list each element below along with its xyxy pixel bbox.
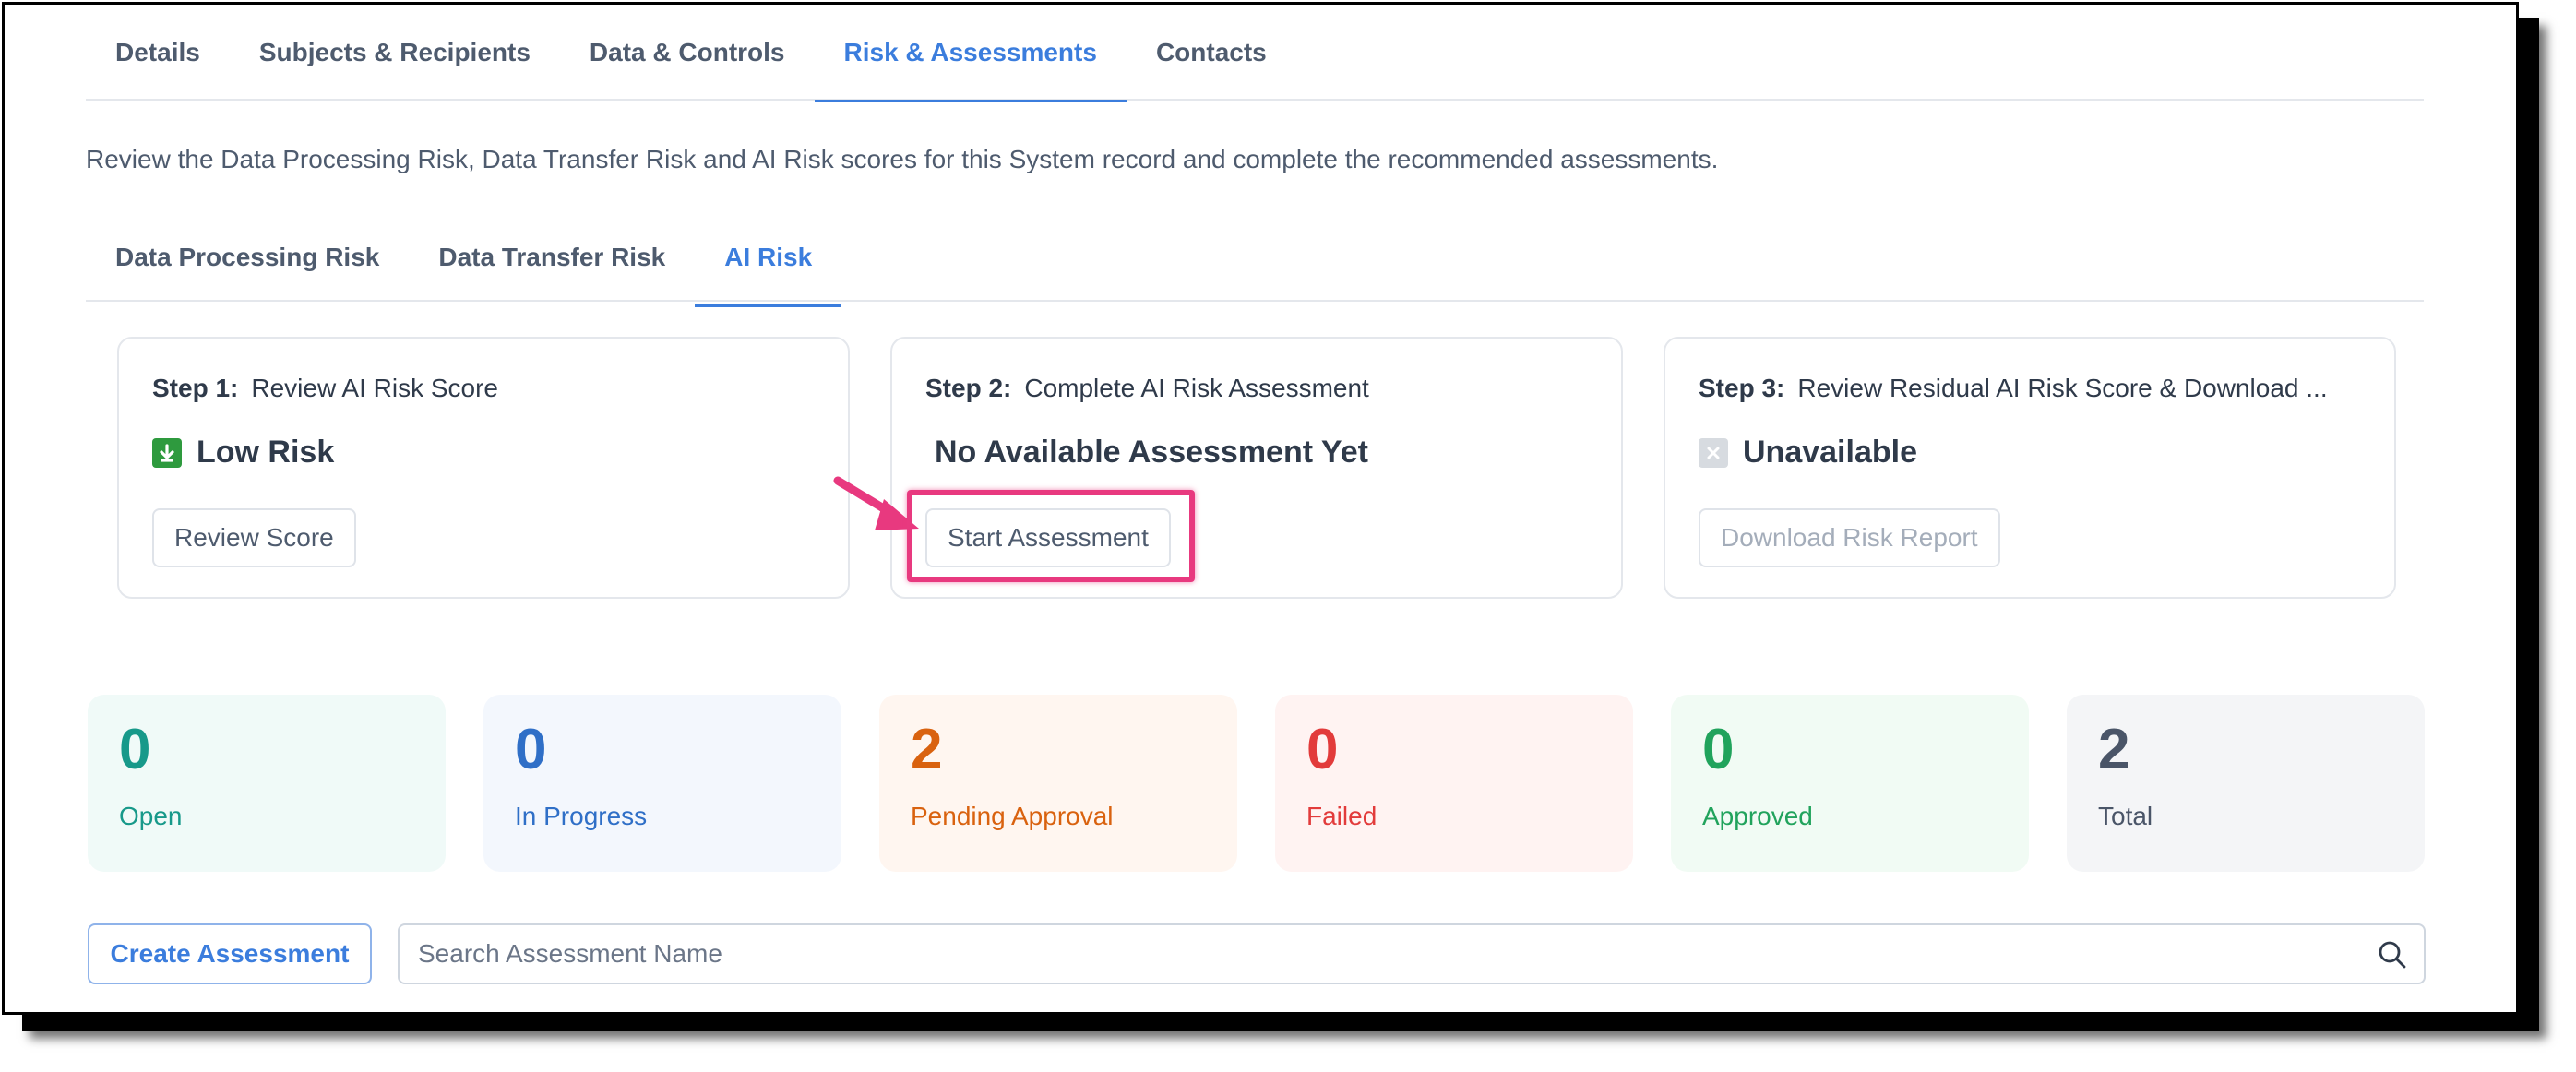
create-assessment-button[interactable]: Create Assessment <box>88 923 372 984</box>
stat-total-value: 2 <box>2098 718 2130 781</box>
step-3-status: Unavailable <box>1699 435 1917 470</box>
arrow-down-icon <box>152 437 182 468</box>
step-3-status-text: Unavailable <box>1743 435 1917 470</box>
step-1-status-text: Low Risk <box>197 435 335 470</box>
annotation-arrow-icon <box>833 476 919 530</box>
stat-open-value: 0 <box>119 718 151 781</box>
tab-data-processing-risk[interactable]: Data Processing Risk <box>86 209 409 305</box>
search-box <box>398 923 2426 984</box>
stat-pending-approval[interactable]: 2 Pending Approval <box>879 695 1237 872</box>
step-1-card: Step 1: Review AI Risk Score Low Risk Rev… <box>117 337 850 599</box>
step-2-card: Step 2: Complete AI Risk Assessment No Av… <box>890 337 1623 599</box>
stat-in-progress-value: 0 <box>515 718 547 781</box>
stat-approved-label: Approved <box>1702 802 1813 830</box>
stat-open-label: Open <box>119 802 183 830</box>
step-1-status: Low Risk <box>152 435 334 470</box>
search-input[interactable] <box>418 925 2355 983</box>
review-score-button[interactable]: Review Score <box>152 508 356 567</box>
risk-tab-bar: Data Processing Risk Data Transfer Risk … <box>86 209 2424 307</box>
table-top-edge <box>106 1012 2409 1014</box>
app-window: Details Subjects & Recipients Data & Con… <box>2 2 2519 1015</box>
tab-risk-assessments[interactable]: Risk & Assessments <box>814 5 1127 102</box>
tab-subjects-recipients[interactable]: Subjects & Recipients <box>230 5 560 101</box>
stat-approved[interactable]: 0 Approved <box>1671 695 2029 872</box>
step-3-heading: Step 3: Review Residual AI Risk Score & D… <box>1699 374 2328 403</box>
step-2-status-text: No Available Assessment Yet <box>935 435 1368 470</box>
step-2-number: Step 2: <box>925 374 1012 402</box>
stat-open[interactable]: 0 Open <box>88 695 446 872</box>
step-2-title: Complete AI Risk Assessment <box>1024 374 1369 402</box>
step-3-card: Step 3: Review Residual AI Risk Score & D… <box>1664 337 2396 599</box>
stat-total[interactable]: 2 Total <box>2067 695 2425 872</box>
step-2-heading: Step 2: Complete AI Risk Assessment <box>925 374 1369 403</box>
primary-tab-bar: Details Subjects & Recipients Data & Con… <box>86 5 2424 102</box>
step-3-title: Review Residual AI Risk Score & Download… <box>1797 374 2328 402</box>
stat-failed-value: 0 <box>1306 718 1339 781</box>
stat-in-progress[interactable]: 0 In Progress <box>483 695 841 872</box>
stat-pending-approval-value: 2 <box>911 718 943 781</box>
stat-total-label: Total <box>2098 802 2153 830</box>
step-2-status: No Available Assessment Yet <box>935 435 1368 470</box>
stat-failed-label: Failed <box>1306 802 1377 830</box>
tab-details[interactable]: Details <box>86 5 230 101</box>
step-3-number: Step 3: <box>1699 374 1785 402</box>
intro-text: Review the Data Processing Risk, Data Tr… <box>86 145 1719 173</box>
start-assessment-button[interactable]: Start Assessment <box>925 508 1171 567</box>
download-risk-report-button[interactable]: Download Risk Report <box>1699 508 2000 567</box>
stat-in-progress-label: In Progress <box>515 802 648 830</box>
stat-pending-approval-label: Pending Approval <box>911 802 1114 830</box>
tab-ai-risk[interactable]: AI Risk <box>695 209 842 307</box>
tab-data-controls[interactable]: Data & Controls <box>560 5 815 101</box>
step-1-heading: Step 1: Review AI Risk Score <box>152 374 498 403</box>
step-1-number: Step 1: <box>152 374 239 402</box>
tab-contacts[interactable]: Contacts <box>1127 5 1296 101</box>
step-1-title: Review AI Risk Score <box>251 374 498 402</box>
x-icon <box>1699 437 1728 468</box>
stat-failed[interactable]: 0 Failed <box>1275 695 1633 872</box>
search-icon[interactable] <box>2376 938 2409 971</box>
tab-data-transfer-risk[interactable]: Data Transfer Risk <box>409 209 695 305</box>
stat-approved-value: 0 <box>1702 718 1735 781</box>
